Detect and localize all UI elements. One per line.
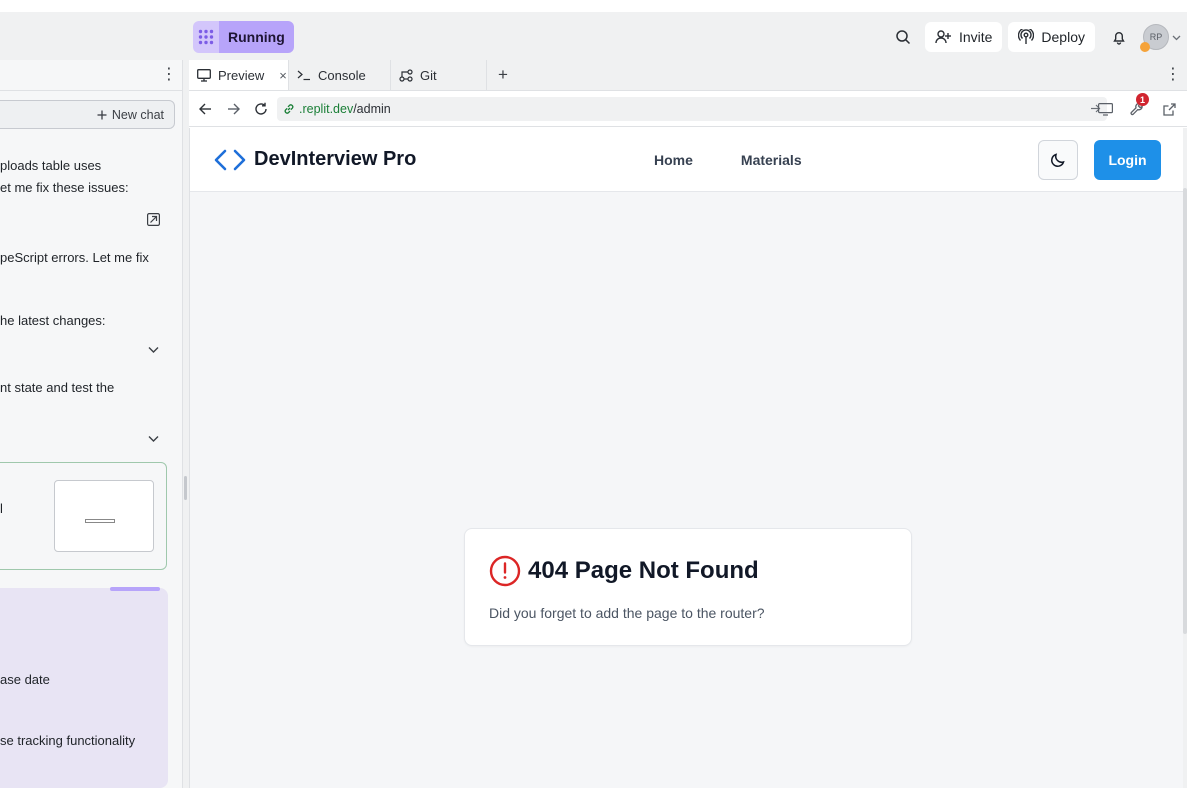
new-chat-button[interactable]: New chat <box>0 100 175 129</box>
alert-circle-icon <box>489 555 521 587</box>
grid-icon <box>193 21 219 53</box>
tab-preview[interactable]: Preview × <box>189 60 289 90</box>
external-link-icon[interactable] <box>147 213 160 226</box>
more-icon[interactable]: ⋮ <box>161 67 177 83</box>
link-icon <box>283 103 295 115</box>
chevron-down-icon <box>1172 33 1181 42</box>
refresh-button[interactable] <box>247 95 275 123</box>
run-button[interactable]: Running <box>193 21 294 53</box>
tab-console[interactable]: Console <box>289 60 391 90</box>
close-icon[interactable]: × <box>279 68 287 83</box>
devices-icon <box>1097 102 1113 116</box>
top-actions: Invite Deploy RP <box>887 21 1187 53</box>
chat-message-text: et me fix these issues: <box>0 180 129 195</box>
login-button[interactable]: Login <box>1094 140 1161 180</box>
user-message <box>0 588 168 788</box>
chevron-down-icon[interactable] <box>148 435 159 443</box>
tab-git[interactable]: Git <box>391 60 487 90</box>
tab-label: Preview <box>218 67 265 83</box>
git-icon <box>399 68 413 82</box>
nav-link-materials[interactable]: Materials <box>741 152 802 168</box>
back-arrow-icon <box>198 103 212 115</box>
chat-message-text: ase date <box>0 672 50 687</box>
message-tag <box>110 587 160 591</box>
thumbnail-detail <box>85 519 115 523</box>
new-tab-button[interactable]: + <box>487 60 519 90</box>
chat-message-text: se tracking functionality <box>0 733 136 748</box>
preview-icon <box>197 68 211 82</box>
moon-icon <box>1050 152 1066 168</box>
brand-link[interactable]: DevInterview Pro <box>214 148 416 171</box>
device-toggle-button[interactable] <box>1091 95 1119 123</box>
preview-tools: 1 <box>1091 93 1183 123</box>
plus-icon: + <box>498 65 508 84</box>
notifications-button[interactable] <box>1103 21 1135 53</box>
tab-bar: Preview × Console Git + ⋮ <box>189 60 1187 91</box>
checkpoint-screenshot-thumbnail[interactable] <box>54 480 154 552</box>
deploy-button[interactable]: Deploy <box>1008 22 1095 52</box>
app-nav-links: Home Materials <box>654 152 802 168</box>
checkpoint-text: l <box>0 501 3 516</box>
code-brackets-icon <box>214 149 246 171</box>
account-menu[interactable]: RP <box>1140 24 1181 52</box>
plan-badge <box>1140 42 1150 52</box>
url-field[interactable]: .replit.dev /admin <box>277 97 1107 121</box>
error-heading: 404 Page Not Found <box>489 555 759 587</box>
user-plus-icon <box>935 29 952 45</box>
chevron-down-icon[interactable] <box>148 346 159 354</box>
notification-badge: 1 <box>1136 93 1149 106</box>
new-chat-label: New chat <box>111 107 164 122</box>
top-bar: Running Invite Deploy RP <box>0 0 1187 60</box>
agent-chat-panel: ⋮ New chat ploads table uses et me fix t… <box>0 60 183 788</box>
chat-panel-header: ⋮ <box>0 60 182 91</box>
devtools-button[interactable]: 1 <box>1123 93 1151 123</box>
tab-label: Git <box>420 67 437 83</box>
more-icon[interactable]: ⋮ <box>1165 67 1181 83</box>
not-found-card: 404 Page Not Found Did you forget to add… <box>464 528 912 646</box>
url-path: /admin <box>353 102 391 116</box>
invite-button[interactable]: Invite <box>924 22 1003 52</box>
error-title: 404 Page Not Found <box>528 557 759 584</box>
panel-resize-handle[interactable] <box>184 476 187 500</box>
forward-button[interactable] <box>219 95 247 123</box>
bell-icon <box>1111 29 1127 45</box>
nav-link-home[interactable]: Home <box>654 152 693 168</box>
tab-label: Console <box>318 67 366 83</box>
plus-icon <box>97 110 107 120</box>
theme-toggle-button[interactable] <box>1038 140 1078 180</box>
workspace-pane: Preview × Console Git + ⋮ .replit.dev /a… <box>189 60 1187 788</box>
forward-arrow-icon <box>227 103 240 115</box>
run-status-label: Running <box>219 21 294 53</box>
search-icon <box>895 29 911 45</box>
chat-message-text: he latest changes: <box>0 313 106 328</box>
app-navbar: DevInterview Pro Home Materials Login <box>190 128 1183 192</box>
search-button[interactable] <box>887 21 919 53</box>
app-preview: DevInterview Pro Home Materials Login 40… <box>189 128 1183 788</box>
deploy-label: Deploy <box>1041 29 1085 45</box>
chat-message-text: ploads table uses <box>0 158 102 173</box>
chat-message-text: nt state and test the <box>0 380 115 395</box>
deploy-icon <box>1018 29 1035 45</box>
console-icon <box>297 69 311 81</box>
address-bar: .replit.dev /admin 1 <box>189 91 1187 127</box>
external-link-icon <box>1162 102 1176 116</box>
back-button[interactable] <box>191 95 219 123</box>
url-domain: .replit.dev <box>299 102 354 116</box>
error-description: Did you forget to add the page to the ro… <box>489 605 765 621</box>
chat-message-text: peScript errors. Let me fix <box>0 250 149 265</box>
refresh-icon <box>254 102 268 116</box>
open-new-window-button[interactable] <box>1155 95 1183 123</box>
preview-scrollbar-thumb[interactable] <box>1183 188 1187 634</box>
invite-label: Invite <box>958 29 993 45</box>
brand-name: DevInterview Pro <box>254 148 417 170</box>
